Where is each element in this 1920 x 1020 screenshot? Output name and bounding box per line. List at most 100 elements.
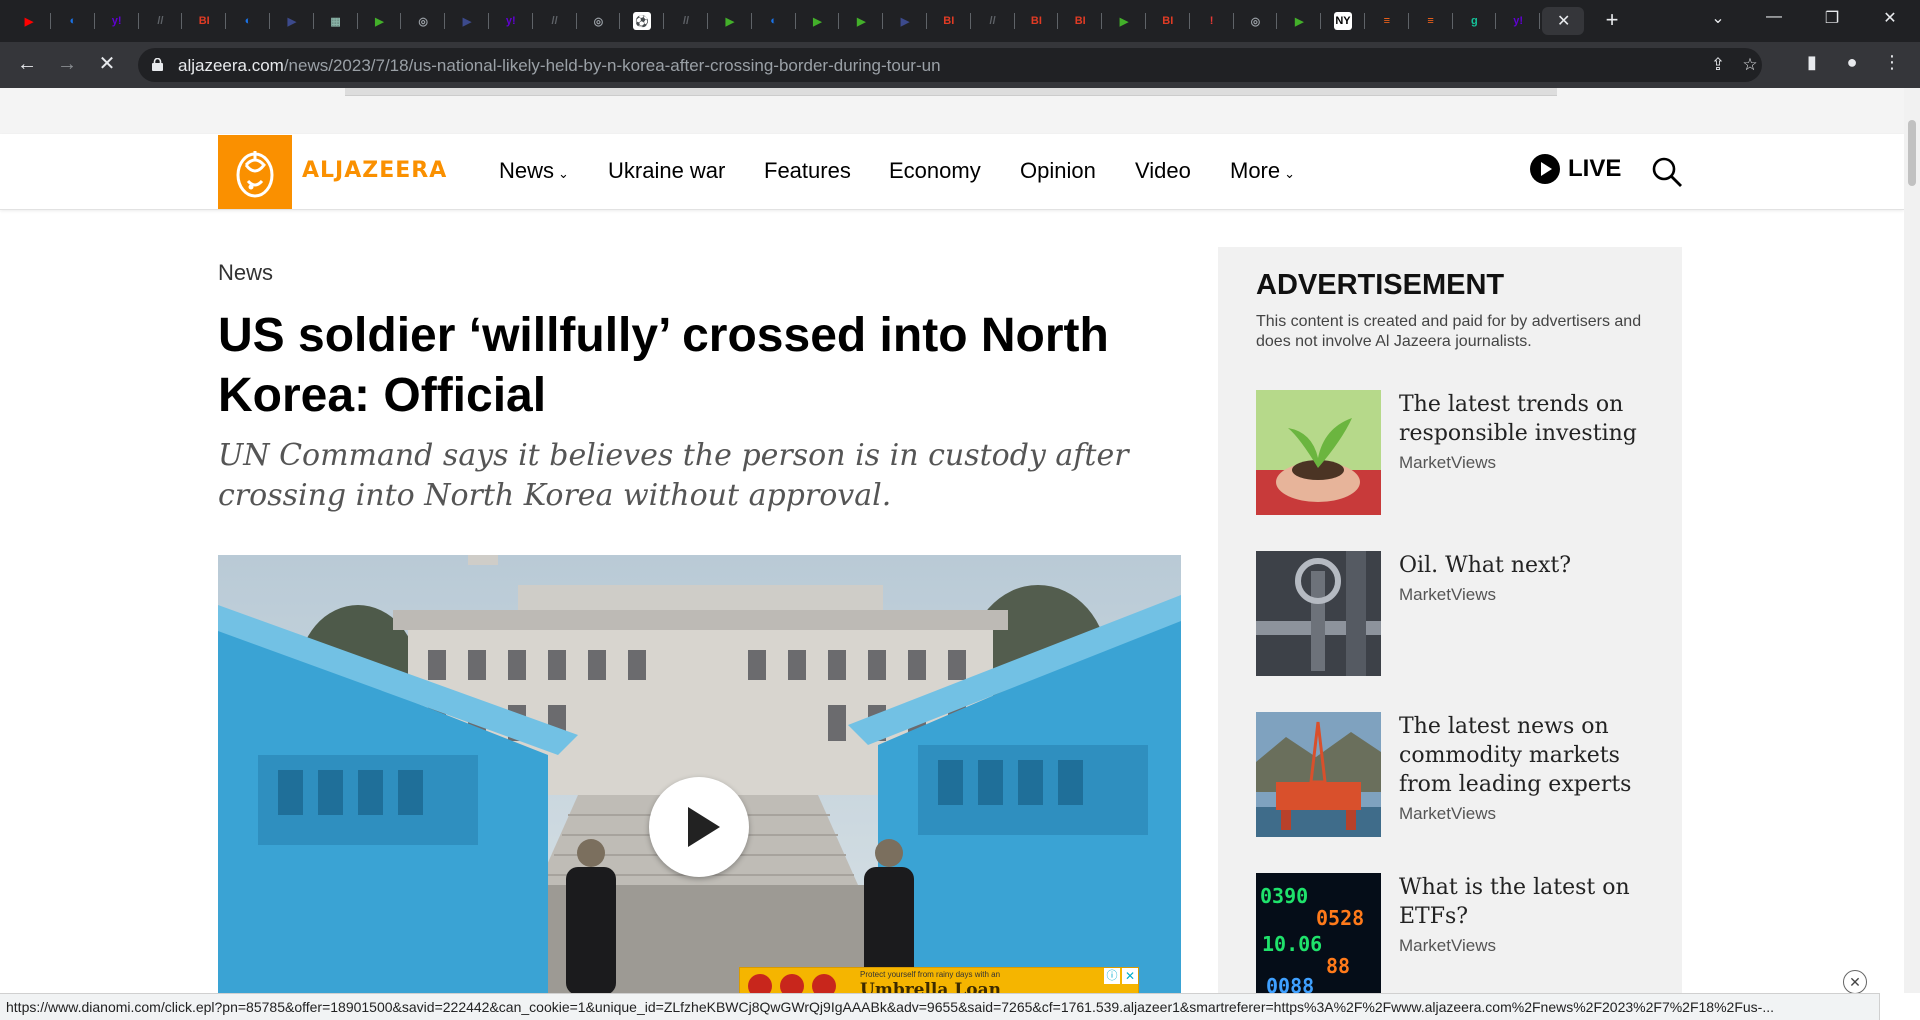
yahoo-icon: y! [1513, 15, 1524, 27]
aljazeera-logo-icon[interactable] [218, 135, 292, 209]
sponsored-thumbnail[interactable] [1256, 551, 1381, 676]
tab-separator [137, 13, 139, 29]
tab-separator [93, 13, 95, 29]
close-tab-icon[interactable]: ✕ [1557, 11, 1570, 31]
browser-tab[interactable]: g [1453, 7, 1497, 35]
floating-ad-close-icon[interactable]: ✕ [1843, 970, 1867, 994]
side-panel-icon[interactable]: ▮ [1800, 52, 1824, 76]
sponsored-source: MarketViews [1399, 453, 1496, 472]
back-button[interactable]: ← [14, 52, 40, 78]
browser-tab[interactable]: BI [1147, 7, 1190, 35]
nav-item-economy[interactable]: Economy [889, 158, 981, 184]
article-hero-video[interactable]: Protect yourself from rainy days with an… [218, 555, 1181, 993]
active-tab[interactable]: ✕ [1542, 7, 1584, 35]
nav-item-features[interactable]: Features [764, 158, 851, 184]
sponsored-thumbnail[interactable]: 0390 0528 10.06 88 0088 [1256, 873, 1381, 993]
browser-tab[interactable]: BI [183, 7, 227, 35]
umbrella-loan-ad-banner[interactable]: Protect yourself from rainy days with an… [739, 967, 1139, 993]
sponsored-title[interactable]: What is the latest on ETFs? [1399, 873, 1659, 931]
browser-tab[interactable]: ▶ [840, 7, 884, 35]
status-bar: https://www.dianomi.com/click.epl?pn=857… [0, 993, 1880, 1020]
browser-tab[interactable]: y! [1497, 7, 1541, 35]
browser-tab[interactable]: y! [96, 7, 139, 35]
browser-tab[interactable]: // [665, 7, 708, 35]
close-window-button[interactable]: ✕ [1878, 8, 1902, 28]
search-icon[interactable] [1651, 156, 1683, 188]
sponsored-title[interactable]: The latest news on commodity markets fro… [1399, 712, 1659, 799]
browser-tab[interactable]: ▶ [8, 7, 51, 35]
new-tab-button[interactable]: + [1600, 9, 1624, 33]
browser-tab[interactable]: // [139, 7, 183, 35]
url-text[interactable]: aljazeera.com/news/2023/7/18/us-national… [178, 56, 941, 76]
browser-tab[interactable]: BI [1059, 7, 1103, 35]
forward-button[interactable]: → [54, 52, 80, 78]
tab-separator [1232, 13, 1234, 29]
browser-tab[interactable]: ▶ [709, 7, 752, 35]
menu-kebab-icon[interactable]: ⋮ [1880, 52, 1904, 76]
browser-tab[interactable]: ◎ [402, 7, 446, 35]
restore-button[interactable]: ❐ [1820, 8, 1844, 28]
page-scrollbar[interactable] [1904, 88, 1920, 993]
browser-tab[interactable]: ▶ [271, 7, 314, 35]
nav-item-ukraine-war[interactable]: Ukraine war [608, 158, 725, 184]
site-logo-text[interactable]: ALJAZEERA [302, 158, 447, 183]
nav-item-news[interactable]: News ⌄ [499, 158, 569, 184]
stack-icon: ≡ [1383, 15, 1390, 27]
tab-separator [1145, 13, 1146, 29]
top-ad-banner[interactable] [345, 88, 1557, 96]
tab-separator [575, 13, 577, 29]
live-button[interactable]: LIVE [1530, 154, 1621, 184]
sponsored-thumbnail[interactable] [1256, 390, 1381, 515]
browser-tab[interactable]: ▶ [884, 7, 927, 35]
browser-tab[interactable]: ▶ [446, 7, 489, 35]
calligraphy-logo-icon [236, 151, 274, 198]
browser-tab[interactable]: ≡ [1366, 7, 1409, 35]
adchoices-icon[interactable]: ⓘ [1104, 968, 1120, 984]
share-icon[interactable]: ⇪ [1708, 55, 1728, 75]
stop-loading-button[interactable]: ✕ [94, 52, 120, 78]
browser-tab[interactable]: ◐ [227, 7, 270, 35]
sponsored-title[interactable]: Oil. What next? [1399, 551, 1659, 580]
sponsored-title[interactable]: The latest trends on responsible investi… [1399, 390, 1659, 448]
browser-tab[interactable]: NY [1322, 7, 1365, 35]
browser-tab[interactable]: ▶ [1278, 7, 1322, 35]
browser-tab[interactable]: ▶ [1103, 7, 1146, 35]
browser-tab[interactable]: ≡ [1410, 7, 1453, 35]
browser-tab[interactable]: ◐ [753, 7, 796, 35]
scrollbar-thumb[interactable] [1908, 120, 1916, 186]
sponsored-item[interactable]: The latest trends on responsible investi… [1256, 390, 1666, 515]
sponsored-item[interactable]: The latest news on commodity markets fro… [1256, 712, 1666, 837]
sponsored-item[interactable]: 0390 0528 10.06 88 0088 What is the late… [1256, 873, 1666, 993]
browser-tab[interactable]: ◎ [577, 7, 621, 35]
tab-search-icon[interactable]: ⌄ [1706, 8, 1730, 28]
browser-tab[interactable]: BI [1015, 7, 1059, 35]
browser-tab[interactable]: // [534, 7, 577, 35]
browser-tab[interactable]: ◎ [1234, 7, 1278, 35]
nav-item-label: Features [764, 158, 851, 183]
address-bar[interactable]: aljazeera.com/news/2023/7/18/us-national… [138, 48, 1762, 82]
browser-tab[interactable]: y! [490, 7, 533, 35]
ad-close-icon[interactable]: ✕ [1122, 968, 1138, 984]
browser-tab[interactable]: BI [928, 7, 971, 35]
minimize-button[interactable]: — [1762, 8, 1786, 26]
video-play-button[interactable] [649, 777, 749, 877]
newspaper-icon: NY [1334, 12, 1352, 30]
browser-tab[interactable]: ▦ [315, 7, 358, 35]
browser-tab[interactable]: ◐ [52, 7, 95, 35]
browser-tab[interactable]: ▶ [358, 7, 402, 35]
browser-tab[interactable]: // [972, 7, 1015, 35]
browser-tab[interactable]: ! [1191, 7, 1234, 35]
map-icon: ▦ [330, 15, 341, 28]
nav-item-more[interactable]: More ⌄ [1230, 158, 1295, 184]
bookmark-star-icon[interactable]: ☆ [1740, 55, 1760, 75]
profile-icon[interactable]: ● [1840, 52, 1864, 76]
tab-separator [181, 13, 183, 29]
business-insider-icon: BI [943, 15, 955, 27]
browser-tab[interactable]: ⚽ [621, 7, 665, 35]
nav-item-video[interactable]: Video [1135, 158, 1191, 184]
article-category[interactable]: News [218, 260, 273, 286]
browser-tab[interactable]: ▶ [796, 7, 840, 35]
sponsored-thumbnail[interactable] [1256, 712, 1381, 837]
nav-item-opinion[interactable]: Opinion [1020, 158, 1096, 184]
sponsored-item[interactable]: Oil. What next? MarketViews [1256, 551, 1666, 676]
